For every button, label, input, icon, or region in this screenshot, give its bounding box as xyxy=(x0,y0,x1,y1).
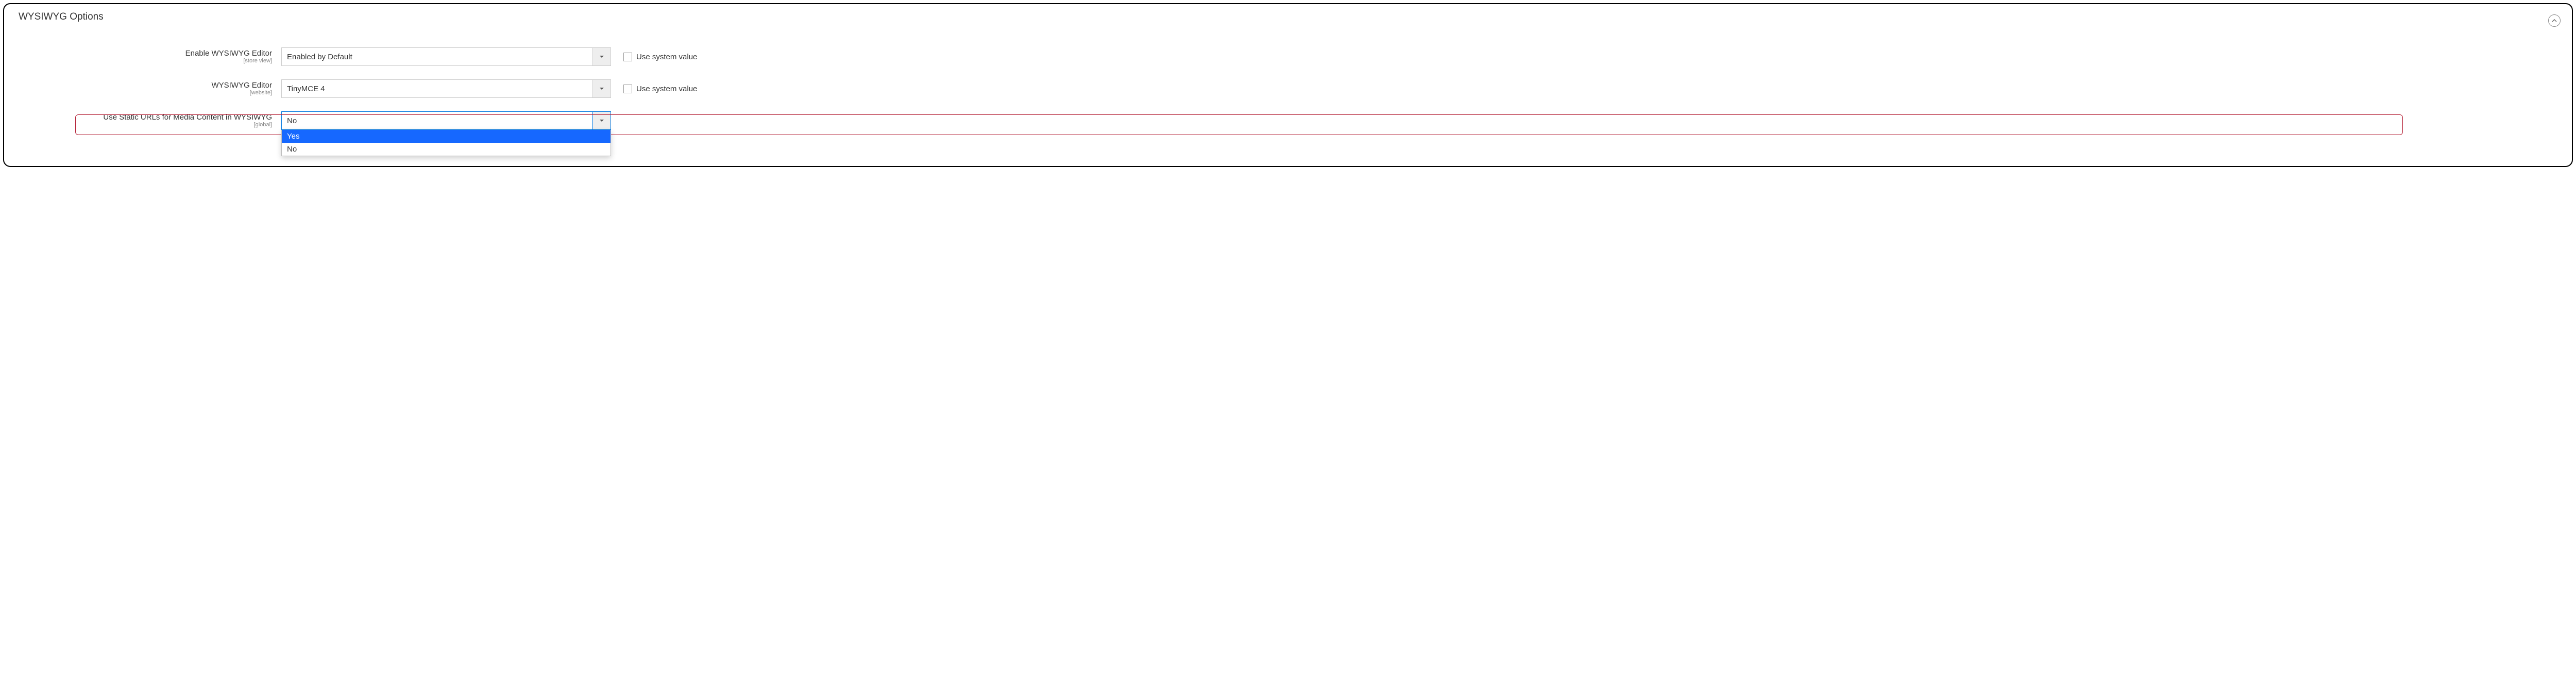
collapse-toggle[interactable] xyxy=(2548,14,2561,27)
use-system-checkbox[interactable] xyxy=(623,53,632,61)
select-toggle[interactable] xyxy=(592,111,611,130)
select-value: Enabled by Default xyxy=(281,47,592,66)
use-system-col: Use system value xyxy=(623,53,697,61)
field-control: TinyMCE 4 xyxy=(281,79,611,98)
enable-wysiwyg-select[interactable]: Enabled by Default xyxy=(281,47,611,66)
field-scope: [website] xyxy=(13,90,272,96)
use-system-label: Use system value xyxy=(636,85,697,93)
field-control: Enabled by Default xyxy=(281,47,611,66)
caret-down-icon xyxy=(599,87,604,90)
field-row-static-urls: Use Static URLs for Media Content in WYS… xyxy=(13,111,2563,130)
field-scope: [global] xyxy=(13,122,272,128)
dropdown-option-no[interactable]: No xyxy=(282,143,611,156)
field-label-col: Use Static URLs for Media Content in WYS… xyxy=(13,113,281,128)
field-label-col: WYSIWYG Editor [website] xyxy=(13,81,281,96)
dropdown-option-yes[interactable]: Yes xyxy=(282,130,611,143)
use-system-col: Use system value xyxy=(623,85,697,93)
select-toggle[interactable] xyxy=(592,79,611,98)
field-label: Use Static URLs for Media Content in WYS… xyxy=(13,113,272,122)
caret-down-icon xyxy=(599,55,604,58)
use-system-label: Use system value xyxy=(636,53,697,61)
wysiwyg-options-panel: WYSIWYG Options Enable WYSIWYG Editor [s… xyxy=(3,3,2573,167)
caret-down-icon xyxy=(599,119,604,122)
field-row-enable-wysiwyg: Enable WYSIWYG Editor [store view] Enabl… xyxy=(13,47,2563,66)
static-urls-dropdown: Yes No xyxy=(281,130,611,156)
fields-container: Enable WYSIWYG Editor [store view] Enabl… xyxy=(13,47,2563,130)
select-toggle[interactable] xyxy=(592,47,611,66)
field-label: WYSIWYG Editor xyxy=(13,81,272,90)
select-value: No xyxy=(281,111,592,130)
field-label: Enable WYSIWYG Editor xyxy=(13,49,272,58)
field-scope: [store view] xyxy=(13,58,272,64)
panel-title: WYSIWYG Options xyxy=(13,11,104,23)
select-value: TinyMCE 4 xyxy=(281,79,592,98)
field-label-col: Enable WYSIWYG Editor [store view] xyxy=(13,49,281,64)
static-urls-select[interactable]: No xyxy=(281,111,611,130)
field-control: No Yes No xyxy=(281,111,611,130)
panel-header: WYSIWYG Options xyxy=(13,11,2563,27)
chevron-up-icon xyxy=(2552,19,2557,22)
field-row-wysiwyg-editor: WYSIWYG Editor [website] TinyMCE 4 Use s… xyxy=(13,79,2563,98)
wysiwyg-editor-select[interactable]: TinyMCE 4 xyxy=(281,79,611,98)
use-system-checkbox[interactable] xyxy=(623,85,632,93)
